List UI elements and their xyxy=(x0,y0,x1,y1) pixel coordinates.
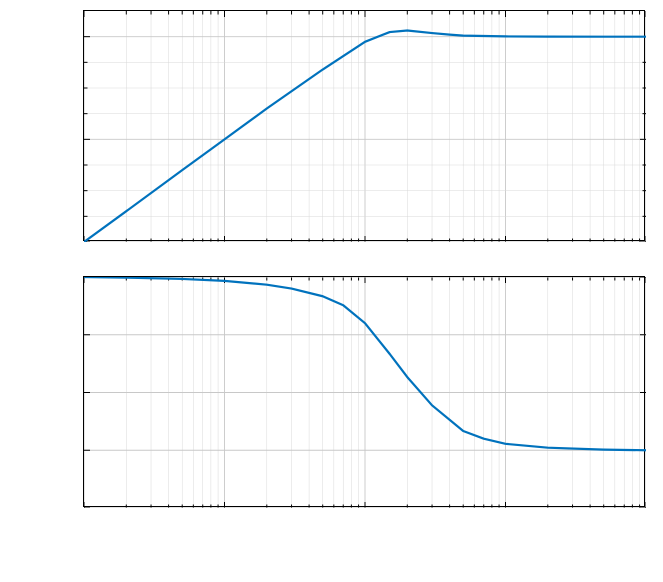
bode-plot-figure xyxy=(0,0,663,582)
magnitude-plot-svg xyxy=(84,11,646,242)
magnitude-plot xyxy=(83,10,645,241)
phase-plot-svg xyxy=(84,277,646,508)
phase-plot xyxy=(83,276,645,507)
